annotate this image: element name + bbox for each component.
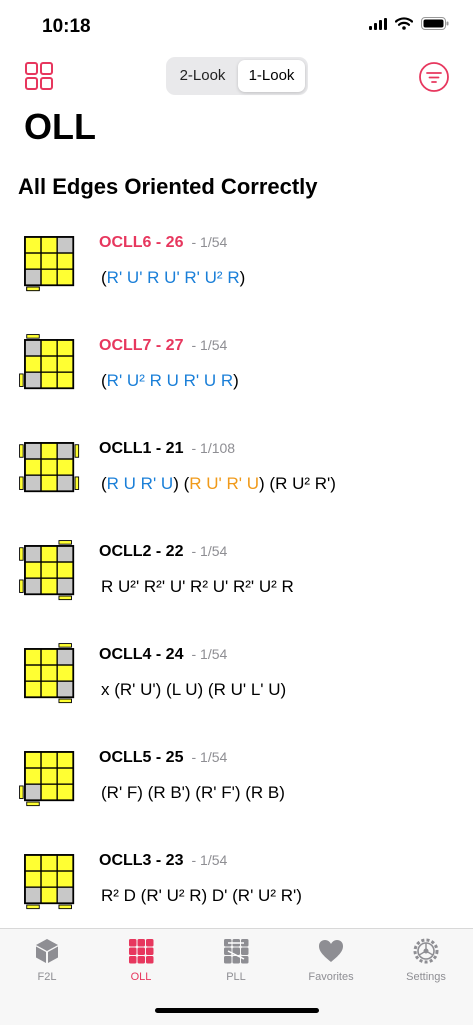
case-algorithm: R² D (R' U² R) D' (R' U² R') — [101, 886, 302, 906]
tab-favorites[interactable]: Favorites — [284, 937, 378, 983]
page-title: OLL — [24, 106, 96, 147]
tab-label-settings: Settings — [406, 971, 446, 983]
case-probability: - 1/54 — [191, 749, 228, 765]
case-algorithm: (R U R' U) (R U' R' U) (R U² R') — [101, 474, 336, 494]
case-algorithm: (R' U² R U R' U R) — [101, 371, 239, 391]
case-diagram — [19, 334, 75, 390]
case-title: OCLL4 - 24 — [99, 646, 184, 663]
gear-icon — [413, 938, 439, 964]
algorithm-segment: (R' F) (R B') (R' F') (R B) — [101, 783, 285, 802]
case-algorithm: x (R' U') (L U) (R U' L' U) — [101, 680, 286, 700]
case-row[interactable]: OCLL7 - 27 - 1/54 (R' U² R U R' U R) — [0, 315, 473, 418]
tab-label-oll: OLL — [130, 971, 152, 983]
status-bar: 10:18 — [0, 0, 473, 50]
tab-oll[interactable]: OLL — [94, 937, 188, 983]
case-row[interactable]: OCLL4 - 24 - 1/54 x (R' U') (L U) (R U' L'… — [0, 624, 473, 727]
case-row[interactable]: OCLL2 - 22 - 1/54 R U²' R²' U' R² U' R²' U… — [0, 521, 473, 624]
navigation-bar: 2-Look 1-Look — [0, 55, 473, 99]
case-row[interactable]: OCLL3 - 23 - 1/54 R² D (R' U² R) D' (R' U²… — [0, 830, 473, 933]
signal-icon — [369, 17, 387, 30]
tab-label-f2l: F2L — [37, 971, 57, 983]
case-diagram — [24, 643, 75, 704]
algorithm-segment: R² D (R' U² R) D' (R' U² R') — [101, 886, 302, 905]
battery-icon — [421, 17, 449, 30]
case-list: OCLL6 - 26- 1/54 (R' U' R U' R' U² R) OCLL… — [0, 212, 473, 933]
case-name: OCLL6 - 26 - 1/54 — [99, 234, 227, 252]
tab-settings[interactable]: Settings — [379, 937, 473, 983]
segment-2-look[interactable]: 2-Look — [169, 60, 236, 92]
wifi-icon — [395, 17, 413, 30]
case-diagram — [19, 442, 80, 493]
case-row[interactable]: OCLL5 - 25 - 1/54 (R' F) (R B') (R' F') (R… — [0, 727, 473, 830]
status-icons — [369, 17, 449, 30]
case-diagram — [24, 236, 75, 292]
case-probability: - 1/54 — [191, 852, 228, 868]
case-name: OCLL4 - 24 - 1/54 — [99, 646, 227, 664]
case-name: OCLL7 - 27 - 1/54 — [99, 337, 227, 355]
case-probability: - 1/54 — [191, 337, 228, 353]
tab-label-pll: PLL — [226, 971, 246, 983]
case-probability: - 1/108 — [191, 440, 236, 456]
case-algorithm: (R' F) (R B') (R' F') (R B) — [101, 783, 285, 803]
case-title: OCLL3 - 23 — [99, 852, 184, 869]
algorithm-segment: ) ( — [173, 474, 190, 493]
case-diagram — [24, 854, 75, 910]
tab-pll[interactable]: PLL — [189, 937, 283, 983]
algorithm-segment: ) — [233, 371, 239, 390]
heart-icon — [319, 940, 343, 962]
algorithm-segment: x (R' U') (L U) (R U' L' U) — [101, 680, 287, 699]
grid-view-icon[interactable] — [24, 61, 54, 91]
home-indicator — [155, 1008, 319, 1013]
tab-label-favorites: Favorites — [308, 971, 354, 983]
case-probability: - 1/54 — [191, 543, 228, 559]
case-algorithm: R U²' R²' U' R² U' R²' U² R — [101, 577, 294, 597]
case-name: OCLL3 - 23 - 1/54 — [99, 852, 227, 870]
case-row[interactable]: OCLL1 - 21 - 1/108 (R U R' U) (R U' R' U) … — [0, 418, 473, 521]
algorithm-segment: ) — [239, 268, 246, 287]
algorithm-segment: ) (R U² R') — [259, 474, 336, 493]
case-title: OCLL2 - 22 — [99, 543, 184, 560]
case-diagram — [19, 751, 75, 807]
case-title: OCLL5 - 25 — [99, 749, 184, 766]
pll-grid-icon — [224, 939, 249, 964]
segment-1-look[interactable]: 1-Look — [238, 60, 305, 92]
case-probability: - 1/54 — [191, 646, 228, 662]
tab-f2l[interactable]: F2L — [0, 937, 94, 983]
look-segmented-control: 2-Look 1-Look — [166, 57, 308, 95]
case-name: OCLL1 - 21 - 1/108 — [99, 440, 235, 458]
case-name: OCLL2 - 22 - 1/54 — [99, 543, 227, 561]
case-diagram — [19, 540, 75, 601]
algorithm-segment: R U' R' U — [189, 474, 260, 493]
algorithm-segment: R' U² R U R' U R — [106, 371, 234, 390]
case-row[interactable]: OCLL6 - 26 - 1/54 (R' U' R U' R' U² R) — [0, 212, 473, 315]
case-algorithm: (R' U' R U' R' U² R) — [101, 268, 245, 288]
algorithm-segment: R U²' R²' U' R² U' R²' U² R — [101, 577, 294, 596]
oll-grid-icon — [129, 939, 154, 964]
algorithm-segment: R U R' U — [106, 474, 174, 493]
case-title: OCLL7 - 27 — [99, 337, 184, 354]
case-title: OCLL6 - 26 — [99, 234, 184, 251]
algorithm-segment: R' U' R U' R' U² R — [106, 268, 240, 287]
status-time: 10:18 — [42, 16, 91, 37]
section-title: All Edges Oriented Correctly — [18, 174, 318, 199]
case-probability: - 1/54 — [191, 234, 228, 250]
cube-icon — [36, 939, 58, 963]
case-title: OCLL1 - 21 — [99, 440, 184, 457]
filter-icon[interactable] — [418, 61, 450, 93]
case-name: OCLL5 - 25 - 1/54 — [99, 749, 227, 767]
